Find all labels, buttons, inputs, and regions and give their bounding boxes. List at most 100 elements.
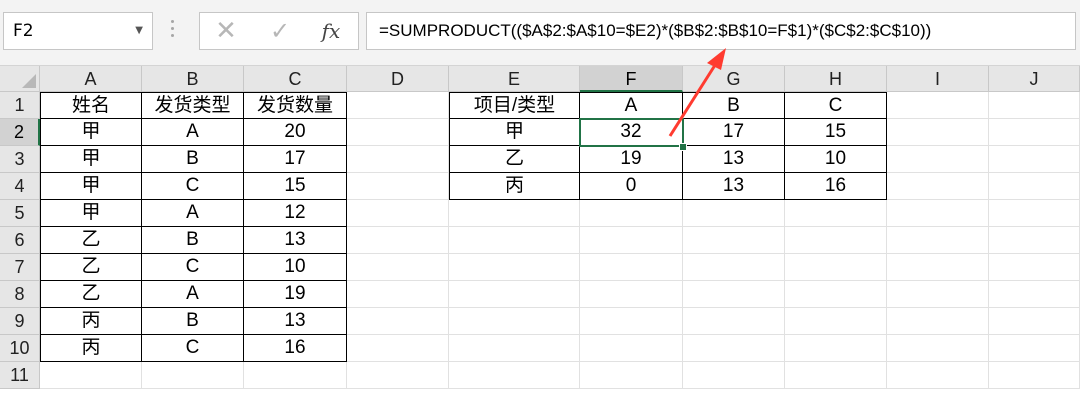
row-header-6[interactable]: 6 <box>0 227 40 254</box>
cell-E9[interactable] <box>449 308 580 335</box>
cell-H9[interactable] <box>785 308 887 335</box>
cell-I11[interactable] <box>887 362 989 389</box>
summary-cell-G2[interactable]: 17 <box>683 119 785 146</box>
summary-cell-H2[interactable]: 15 <box>785 119 887 146</box>
cell-D9[interactable] <box>347 308 449 335</box>
cell-I1[interactable] <box>887 92 989 119</box>
cancel-icon[interactable]: ✕ <box>206 13 246 49</box>
cell-H11[interactable] <box>785 362 887 389</box>
data-cell-C10[interactable]: 16 <box>244 335 347 362</box>
column-header-E[interactable]: E <box>449 66 580 92</box>
cell-J5[interactable] <box>989 200 1080 227</box>
row-header-8[interactable]: 8 <box>0 281 40 308</box>
data-cell-A5[interactable]: 甲 <box>40 200 142 227</box>
cell-G8[interactable] <box>683 281 785 308</box>
column-header-G[interactable]: G <box>683 66 785 92</box>
cell-J8[interactable] <box>989 281 1080 308</box>
cell-G5[interactable] <box>683 200 785 227</box>
summary-header-F[interactable]: A <box>580 92 683 119</box>
header-cell-C1[interactable]: 发货数量 <box>244 92 347 119</box>
summary-row-label-2[interactable]: 甲 <box>449 119 580 146</box>
chevron-down-icon[interactable]: ▼ <box>135 13 143 49</box>
cell-I8[interactable] <box>887 281 989 308</box>
cell-C11[interactable] <box>244 362 347 389</box>
formula-input[interactable]: =SUMPRODUCT(($A$2:$A$10=$E2)*($B$2:$B$10… <box>366 12 1076 50</box>
cell-E10[interactable] <box>449 335 580 362</box>
data-cell-C8[interactable]: 19 <box>244 281 347 308</box>
data-cell-A6[interactable]: 乙 <box>40 227 142 254</box>
data-cell-B7[interactable]: C <box>142 254 244 281</box>
summary-cell-H4[interactable]: 16 <box>785 173 887 200</box>
data-cell-B5[interactable]: A <box>142 200 244 227</box>
cell-J6[interactable] <box>989 227 1080 254</box>
data-cell-B8[interactable]: A <box>142 281 244 308</box>
cell-F7[interactable] <box>580 254 683 281</box>
summary-cell-H3[interactable]: 10 <box>785 146 887 173</box>
header-cell-A1[interactable]: 姓名 <box>40 92 142 119</box>
cell-D8[interactable] <box>347 281 449 308</box>
data-cell-C3[interactable]: 17 <box>244 146 347 173</box>
summary-row-label-3[interactable]: 乙 <box>449 146 580 173</box>
cell-I4[interactable] <box>887 173 989 200</box>
summary-cell-G4[interactable]: 13 <box>683 173 785 200</box>
cell-I7[interactable] <box>887 254 989 281</box>
fill-handle[interactable] <box>679 143 687 151</box>
data-cell-A2[interactable]: 甲 <box>40 119 142 146</box>
column-header-J[interactable]: J <box>989 66 1080 92</box>
cell-D3[interactable] <box>347 146 449 173</box>
row-header-5[interactable]: 5 <box>0 200 40 227</box>
cell-J2[interactable] <box>989 119 1080 146</box>
column-header-F[interactable]: F <box>580 66 683 92</box>
cell-D2[interactable] <box>347 119 449 146</box>
cell-B11[interactable] <box>142 362 244 389</box>
cell-I2[interactable] <box>887 119 989 146</box>
summary-cell-F3[interactable]: 19 <box>580 146 683 173</box>
cell-E7[interactable] <box>449 254 580 281</box>
row-header-2[interactable]: 2 <box>0 119 40 146</box>
cell-F8[interactable] <box>580 281 683 308</box>
summary-cell-F4[interactable]: 0 <box>580 173 683 200</box>
cell-H5[interactable] <box>785 200 887 227</box>
cell-G9[interactable] <box>683 308 785 335</box>
cell-J4[interactable] <box>989 173 1080 200</box>
data-cell-B10[interactable]: C <box>142 335 244 362</box>
cell-E6[interactable] <box>449 227 580 254</box>
data-cell-C4[interactable]: 15 <box>244 173 347 200</box>
cell-I9[interactable] <box>887 308 989 335</box>
cell-J1[interactable] <box>989 92 1080 119</box>
cell-H8[interactable] <box>785 281 887 308</box>
selected-cell-outline[interactable] <box>579 118 684 147</box>
row-header-10[interactable]: 10 <box>0 335 40 362</box>
cell-D4[interactable] <box>347 173 449 200</box>
data-cell-A8[interactable]: 乙 <box>40 281 142 308</box>
cell-J9[interactable] <box>989 308 1080 335</box>
column-header-D[interactable]: D <box>347 66 449 92</box>
data-cell-B2[interactable]: A <box>142 119 244 146</box>
column-header-C[interactable]: C <box>244 66 347 92</box>
select-all-button[interactable] <box>0 66 40 92</box>
summary-cell-G3[interactable]: 13 <box>683 146 785 173</box>
row-header-3[interactable]: 3 <box>0 146 40 173</box>
data-cell-A10[interactable]: 丙 <box>40 335 142 362</box>
cell-D7[interactable] <box>347 254 449 281</box>
cell-F9[interactable] <box>580 308 683 335</box>
row-header-9[interactable]: 9 <box>0 308 40 335</box>
data-cell-B3[interactable]: B <box>142 146 244 173</box>
data-cell-B9[interactable]: B <box>142 308 244 335</box>
data-cell-A4[interactable]: 甲 <box>40 173 142 200</box>
cell-H7[interactable] <box>785 254 887 281</box>
data-cell-A7[interactable]: 乙 <box>40 254 142 281</box>
row-header-7[interactable]: 7 <box>0 254 40 281</box>
data-cell-C7[interactable]: 10 <box>244 254 347 281</box>
row-header-11[interactable]: 11 <box>0 362 40 389</box>
data-cell-C5[interactable]: 12 <box>244 200 347 227</box>
column-header-A[interactable]: A <box>40 66 142 92</box>
column-header-H[interactable]: H <box>785 66 887 92</box>
cell-D11[interactable] <box>347 362 449 389</box>
cell-G11[interactable] <box>683 362 785 389</box>
cell-E11[interactable] <box>449 362 580 389</box>
cell-A11[interactable] <box>40 362 142 389</box>
cell-J7[interactable] <box>989 254 1080 281</box>
cell-J3[interactable] <box>989 146 1080 173</box>
cell-D5[interactable] <box>347 200 449 227</box>
